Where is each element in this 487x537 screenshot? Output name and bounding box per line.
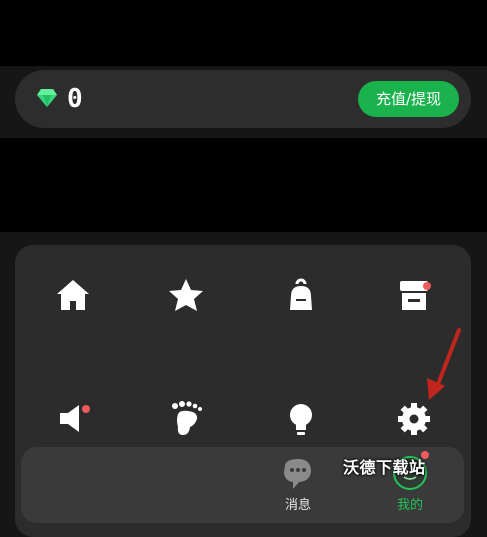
backpack-icon (290, 278, 312, 310)
diamond-icon (37, 89, 57, 107)
backpack-button[interactable] (271, 266, 331, 326)
chat-bubble-icon (284, 459, 311, 489)
tab-messages[interactable]: 消息 (263, 449, 333, 521)
star-icon (169, 279, 203, 311)
red-arrow-annotation (427, 328, 461, 400)
balance-value: 0 (67, 84, 83, 114)
watermark-text: 沃德下载站 (343, 458, 426, 477)
shop-icon (400, 281, 428, 310)
tab-messages-label: 消息 (284, 498, 311, 513)
favorites-button[interactable] (156, 266, 216, 326)
ideas-button[interactable] (271, 388, 331, 448)
lightbulb-icon (290, 404, 312, 435)
balance-card: 0 充值/提现 (15, 70, 471, 128)
tab-mine-label: 我的 (396, 498, 423, 513)
announcement-button[interactable] (43, 388, 103, 448)
footprint-icon (172, 401, 202, 435)
announcement-badge (82, 405, 90, 413)
shop-badge (423, 282, 431, 290)
shop-button[interactable] (384, 266, 444, 326)
recharge-withdraw-button[interactable]: 充值/提现 (358, 81, 459, 117)
home-button[interactable] (43, 266, 103, 326)
home-icon (57, 280, 89, 310)
footprints-button[interactable] (156, 388, 216, 448)
speaker-icon (60, 405, 79, 432)
